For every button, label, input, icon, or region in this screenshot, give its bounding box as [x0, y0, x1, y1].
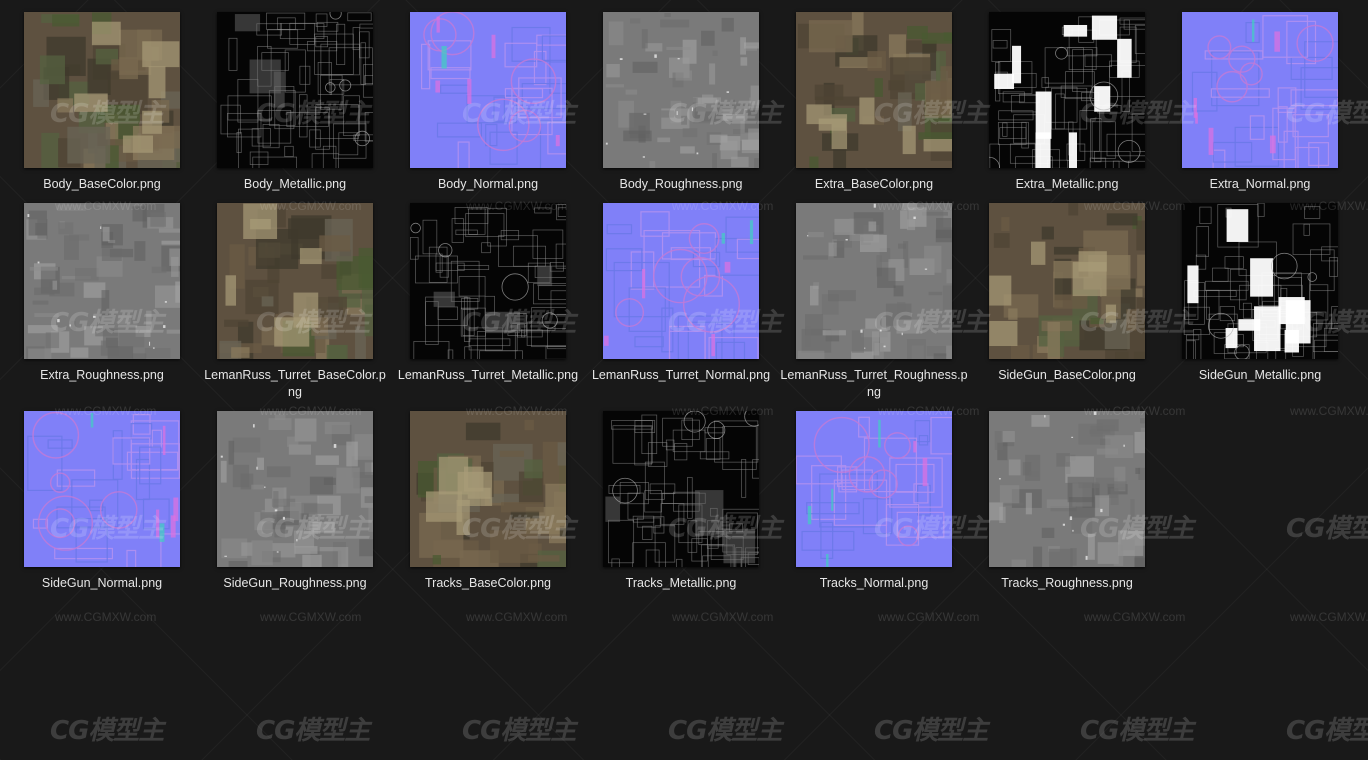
watermark-logo: CG模型主 — [462, 716, 576, 746]
file-item[interactable]: Extra_Roughness.png — [6, 203, 198, 403]
file-item[interactable]: SideGun_Roughness.png — [199, 411, 391, 611]
file-thumbnail[interactable] — [410, 12, 566, 168]
file-name[interactable]: Tracks_BaseColor.png — [392, 575, 584, 592]
file-name[interactable]: Body_BaseColor.png — [6, 176, 198, 193]
watermark-url: www.CGMXW.com — [466, 610, 568, 624]
watermark-logo: CG模型主 — [50, 716, 164, 746]
file-item[interactable]: SideGun_BaseColor.png — [971, 203, 1163, 403]
watermark-logo: CG模型主 — [1286, 514, 1368, 544]
file-item[interactable]: Extra_Normal.png — [1164, 12, 1356, 212]
file-name[interactable]: Extra_Metallic.png — [971, 176, 1163, 193]
file-thumbnail[interactable] — [796, 12, 952, 168]
file-item[interactable]: Body_Normal.png — [392, 12, 584, 212]
file-name[interactable]: LemanRuss_Turret_Metallic.png — [392, 367, 584, 384]
file-thumbnail[interactable] — [24, 411, 180, 567]
file-item[interactable]: SideGun_Normal.png — [6, 411, 198, 611]
file-name[interactable]: LemanRuss_Turret_Normal.png — [585, 367, 777, 384]
file-item[interactable]: Extra_BaseColor.png — [778, 12, 970, 212]
file-item[interactable]: Extra_Metallic.png — [971, 12, 1163, 212]
file-name[interactable]: SideGun_Normal.png — [6, 575, 198, 592]
file-item[interactable]: Tracks_Roughness.png — [971, 411, 1163, 611]
file-thumbnail[interactable] — [989, 203, 1145, 359]
file-thumbnail[interactable] — [1182, 12, 1338, 168]
file-thumbnail[interactable] — [603, 203, 759, 359]
file-item[interactable]: Tracks_Metallic.png — [585, 411, 777, 611]
file-item[interactable]: LemanRuss_Turret_Metallic.png — [392, 203, 584, 403]
file-name[interactable]: Body_Metallic.png — [199, 176, 391, 193]
watermark-logo: CG模型主 — [668, 716, 782, 746]
file-item[interactable]: LemanRuss_Turret_Roughness.png — [778, 203, 970, 403]
file-item[interactable]: Body_Roughness.png — [585, 12, 777, 212]
file-name[interactable]: Extra_Normal.png — [1164, 176, 1356, 193]
file-thumbnail[interactable] — [217, 411, 373, 567]
file-thumbnail[interactable] — [24, 203, 180, 359]
file-name[interactable]: Body_Roughness.png — [585, 176, 777, 193]
file-name[interactable]: Extra_Roughness.png — [6, 367, 198, 384]
watermark-url: www.CGMXW.com — [672, 610, 774, 624]
file-item[interactable]: SideGun_Metallic.png — [1164, 203, 1356, 403]
watermark-url: www.CGMXW.com — [260, 610, 362, 624]
file-name[interactable]: Tracks_Metallic.png — [585, 575, 777, 592]
file-thumbnail[interactable] — [410, 411, 566, 567]
watermark-url: www.CGMXW.com — [878, 610, 980, 624]
file-name[interactable]: Tracks_Normal.png — [778, 575, 970, 592]
watermark-logo: CG模型主 — [256, 716, 370, 746]
watermark-url: www.CGMXW.com — [1290, 404, 1368, 418]
file-name[interactable]: Extra_BaseColor.png — [778, 176, 970, 193]
file-item[interactable]: Tracks_BaseColor.png — [392, 411, 584, 611]
file-item[interactable]: Body_BaseColor.png — [6, 12, 198, 212]
file-name[interactable]: SideGun_Metallic.png — [1164, 367, 1356, 384]
watermark-logo: CG模型主 — [1286, 716, 1368, 746]
file-thumbnail[interactable] — [217, 12, 373, 168]
file-name[interactable]: Tracks_Roughness.png — [971, 575, 1163, 592]
file-thumbnail[interactable] — [603, 12, 759, 168]
file-name[interactable]: LemanRuss_Turret_Roughness.png — [778, 367, 970, 401]
watermark-logo: CG模型主 — [874, 716, 988, 746]
file-thumbnail[interactable] — [217, 203, 373, 359]
file-name[interactable]: Body_Normal.png — [392, 176, 584, 193]
watermark-logo: CG模型主 — [1080, 716, 1194, 746]
file-item[interactable]: LemanRuss_Turret_BaseColor.png — [199, 203, 391, 403]
watermark-url: www.CGMXW.com — [55, 610, 157, 624]
file-thumbnail[interactable] — [410, 203, 566, 359]
file-name[interactable]: SideGun_Roughness.png — [199, 575, 391, 592]
file-thumbnail[interactable] — [603, 411, 759, 567]
file-thumbnail[interactable] — [24, 12, 180, 168]
file-item[interactable]: Tracks_Normal.png — [778, 411, 970, 611]
file-thumbnail[interactable] — [989, 411, 1145, 567]
file-name[interactable]: SideGun_BaseColor.png — [971, 367, 1163, 384]
watermark-url: www.CGMXW.com — [1084, 610, 1186, 624]
file-browser: Body_BaseColor.png Body_Metallic.png Body_… — [0, 0, 1368, 760]
watermark-url: www.CGMXW.com — [1290, 610, 1368, 624]
file-thumbnail[interactable] — [1182, 203, 1338, 359]
file-item[interactable]: Body_Metallic.png — [199, 12, 391, 212]
file-thumbnail[interactable] — [796, 411, 952, 567]
file-thumbnail[interactable] — [796, 203, 952, 359]
file-name[interactable]: LemanRuss_Turret_BaseColor.png — [199, 367, 391, 401]
file-item[interactable]: LemanRuss_Turret_Normal.png — [585, 203, 777, 403]
file-thumbnail[interactable] — [989, 12, 1145, 168]
